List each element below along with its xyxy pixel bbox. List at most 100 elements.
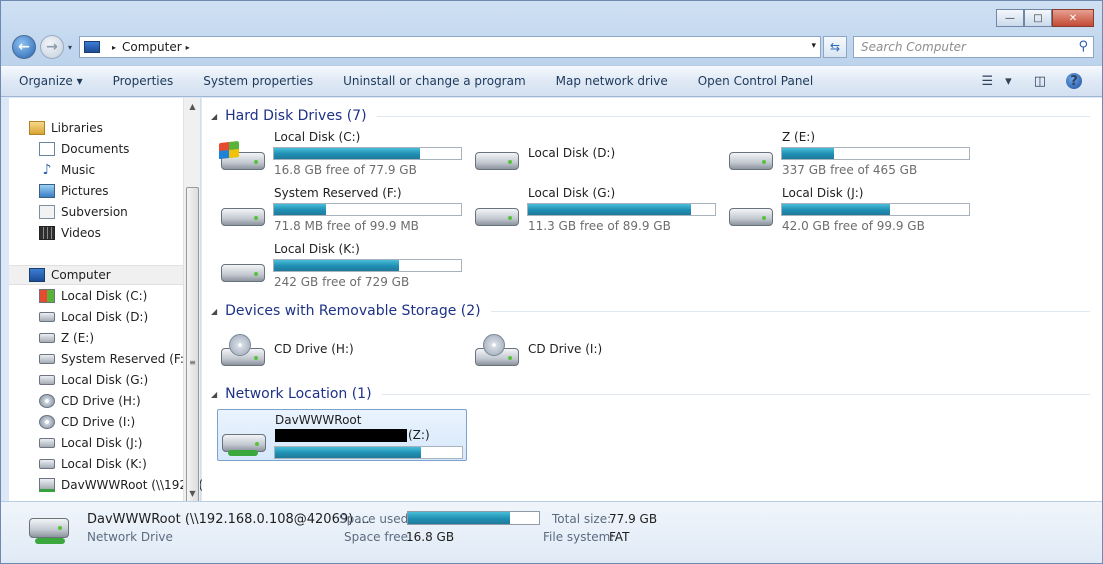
address-bar[interactable]: ▸ Computer ▸ ▾ — [79, 36, 821, 58]
drive-usage-bar — [273, 259, 462, 272]
drive-item[interactable]: Local Disk (J:) 42.0 GB free of 99.9 GB — [725, 184, 973, 238]
drive-usage-fill — [782, 148, 835, 159]
sidebar-item-drive[interactable]: DavWWWRoot (\\192.1( — [39, 475, 203, 495]
sidebar-item-drive[interactable]: Local Disk (D:) — [39, 307, 148, 327]
hard-drive-icon — [39, 312, 55, 322]
grip-icon: ≡ — [189, 357, 196, 367]
sidebar-item-drive[interactable]: Local Disk (K:) — [39, 454, 147, 474]
refresh-button[interactable]: ⇆ — [823, 36, 847, 58]
drive-name: Local Disk (J:) — [782, 186, 864, 200]
drive-usage-bar — [781, 203, 970, 216]
sidebar-item-drive[interactable]: Z (E:) — [39, 328, 94, 348]
preview-pane-icon[interactable]: ◫ — [1034, 74, 1046, 89]
sidebar-item-label: Pictures — [61, 184, 109, 198]
drive-item[interactable]: Z (E:) 337 GB free of 465 GB — [725, 128, 973, 182]
sidebar-item-label: Local Disk (D:) — [61, 310, 149, 324]
drive-free-space: 71.8 MB free of 99.9 MB — [274, 219, 419, 233]
network-drive-item[interactable]: DavWWWRoot (Z:) — [217, 409, 467, 461]
drive-usage-fill — [528, 204, 691, 215]
sidebar-item-drive[interactable]: Local Disk (G:) — [39, 370, 148, 390]
navigation-scrollbar[interactable]: ▲ ≡ ▼ — [183, 98, 201, 537]
drive-usage-fill — [274, 204, 327, 215]
hard-drive-icon — [473, 198, 523, 234]
sidebar-item-libraries[interactable]: Libraries — [29, 118, 103, 138]
sidebar-item-label: System Reserved (F:) — [61, 352, 189, 366]
drive-usage-bar — [274, 446, 463, 459]
removable-drive-item[interactable]: CD Drive (H:) — [217, 324, 465, 378]
change-view-icon[interactable]: ☰ — [982, 74, 994, 89]
space-free-value: 16.8 GB — [406, 530, 455, 544]
drive-usage-fill — [275, 447, 421, 458]
group-header-removable[interactable]: ◢ Devices with Removable Storage (2) — [202, 301, 1090, 321]
open-control-panel-button[interactable]: Open Control Panel — [698, 74, 813, 88]
breadcrumb-computer[interactable]: Computer — [122, 40, 182, 54]
sidebar-item-label: Music — [61, 163, 96, 177]
group-header-network[interactable]: ◢ Network Location (1) — [202, 384, 1090, 404]
drive-usage-bar — [781, 147, 970, 160]
sidebar-item-subversion[interactable]: Subversion — [39, 202, 128, 222]
sidebar-item-label: Libraries — [51, 121, 103, 135]
map-network-drive-button[interactable]: Map network drive — [556, 74, 668, 88]
scroll-up-icon[interactable]: ▲ — [184, 98, 201, 114]
collapse-icon[interactable]: ◢ — [211, 390, 217, 399]
drive-name: Local Disk (D:) — [528, 146, 616, 160]
scroll-down-icon[interactable]: ▼ — [184, 485, 201, 501]
maximize-button[interactable]: □ — [1024, 9, 1052, 27]
sidebar-item-documents[interactable]: Documents — [39, 139, 129, 159]
group-header-hard-disks[interactable]: ◢ Hard Disk Drives (7) — [202, 106, 1090, 126]
view-controls: ☰ ▾ ◫ ? — [970, 66, 1102, 96]
hard-drive-icon — [39, 459, 55, 469]
videos-icon — [39, 226, 55, 240]
minimize-button[interactable]: — — [996, 9, 1024, 27]
drive-item[interactable]: Local Disk (K:) 242 GB free of 729 GB — [217, 240, 465, 294]
drive-item[interactable]: Local Disk (G:) 11.3 GB free of 89.9 GB — [471, 184, 719, 238]
explorer-window: — □ ✕ ← → ▾ ▸ Computer ▸ ▾ ⇆ Search Comp… — [0, 0, 1103, 564]
drive-item[interactable]: System Reserved (F:) 71.8 MB free of 99.9… — [217, 184, 465, 238]
sidebar-item-label: DavWWWRoot (\\192.1( — [61, 478, 204, 492]
computer-icon — [29, 268, 45, 282]
sidebar-item-drive[interactable]: CD Drive (H:) — [39, 391, 141, 411]
address-dropdown-icon[interactable]: ▾ — [811, 41, 816, 51]
recent-pages-dropdown[interactable]: ▾ — [68, 43, 72, 52]
sidebar-item-drive[interactable]: Local Disk (C:) — [39, 286, 147, 306]
drive-name: CD Drive (H:) — [274, 342, 354, 356]
space-used-bar — [407, 511, 540, 525]
system-properties-button[interactable]: System properties — [203, 74, 313, 88]
total-size-label: Total size: — [552, 512, 612, 526]
sidebar-item-videos[interactable]: Videos — [39, 223, 101, 243]
organize-button[interactable]: Organize ▾ — [19, 74, 83, 88]
breadcrumb-separator[interactable]: ▸ — [112, 43, 116, 52]
sidebar-item-drive[interactable]: System Reserved (F:) — [39, 349, 189, 369]
search-input[interactable]: Search Computer ⚲ — [853, 36, 1094, 58]
search-icon[interactable]: ⚲ — [1078, 39, 1088, 54]
close-button[interactable]: ✕ — [1052, 9, 1094, 27]
sidebar-item-drive[interactable]: CD Drive (I:) — [39, 412, 135, 432]
collapse-icon[interactable]: ◢ — [211, 307, 217, 316]
hard-drive-icon — [39, 375, 55, 385]
subversion-icon — [39, 205, 55, 219]
sidebar-item-drive[interactable]: Local Disk (J:) — [39, 433, 142, 453]
hard-drive-icon — [39, 333, 55, 343]
drive-free-space: 337 GB free of 465 GB — [782, 163, 918, 177]
sidebar-item-pictures[interactable]: Pictures — [39, 181, 109, 201]
uninstall-program-button[interactable]: Uninstall or change a program — [343, 74, 526, 88]
drive-path: (Z:) — [275, 428, 430, 442]
forward-button[interactable]: → — [40, 35, 64, 59]
collapse-icon[interactable]: ◢ — [211, 112, 217, 121]
sidebar-item-computer[interactable]: Computer — [9, 265, 183, 285]
sidebar-item-label: CD Drive (H:) — [61, 394, 141, 408]
drive-item[interactable]: Local Disk (C:) 16.8 GB free of 77.9 GB — [217, 128, 465, 182]
group-divider — [376, 115, 1090, 117]
properties-button[interactable]: Properties — [113, 74, 174, 88]
more-views-icon[interactable]: ▾ — [1005, 74, 1012, 89]
breadcrumb-separator[interactable]: ▸ — [186, 43, 190, 52]
windows-drive-icon — [219, 140, 269, 178]
drive-item[interactable]: Local Disk (D:) — [471, 128, 719, 182]
help-icon[interactable]: ? — [1066, 73, 1082, 89]
total-size-value: 77.9 GB — [609, 512, 658, 526]
hard-drive-icon — [473, 142, 523, 178]
sidebar-item-music[interactable]: ♪ Music — [39, 160, 96, 180]
back-button[interactable]: ← — [12, 35, 36, 59]
documents-icon — [39, 142, 55, 156]
removable-drive-item[interactable]: CD Drive (I:) — [471, 324, 719, 378]
